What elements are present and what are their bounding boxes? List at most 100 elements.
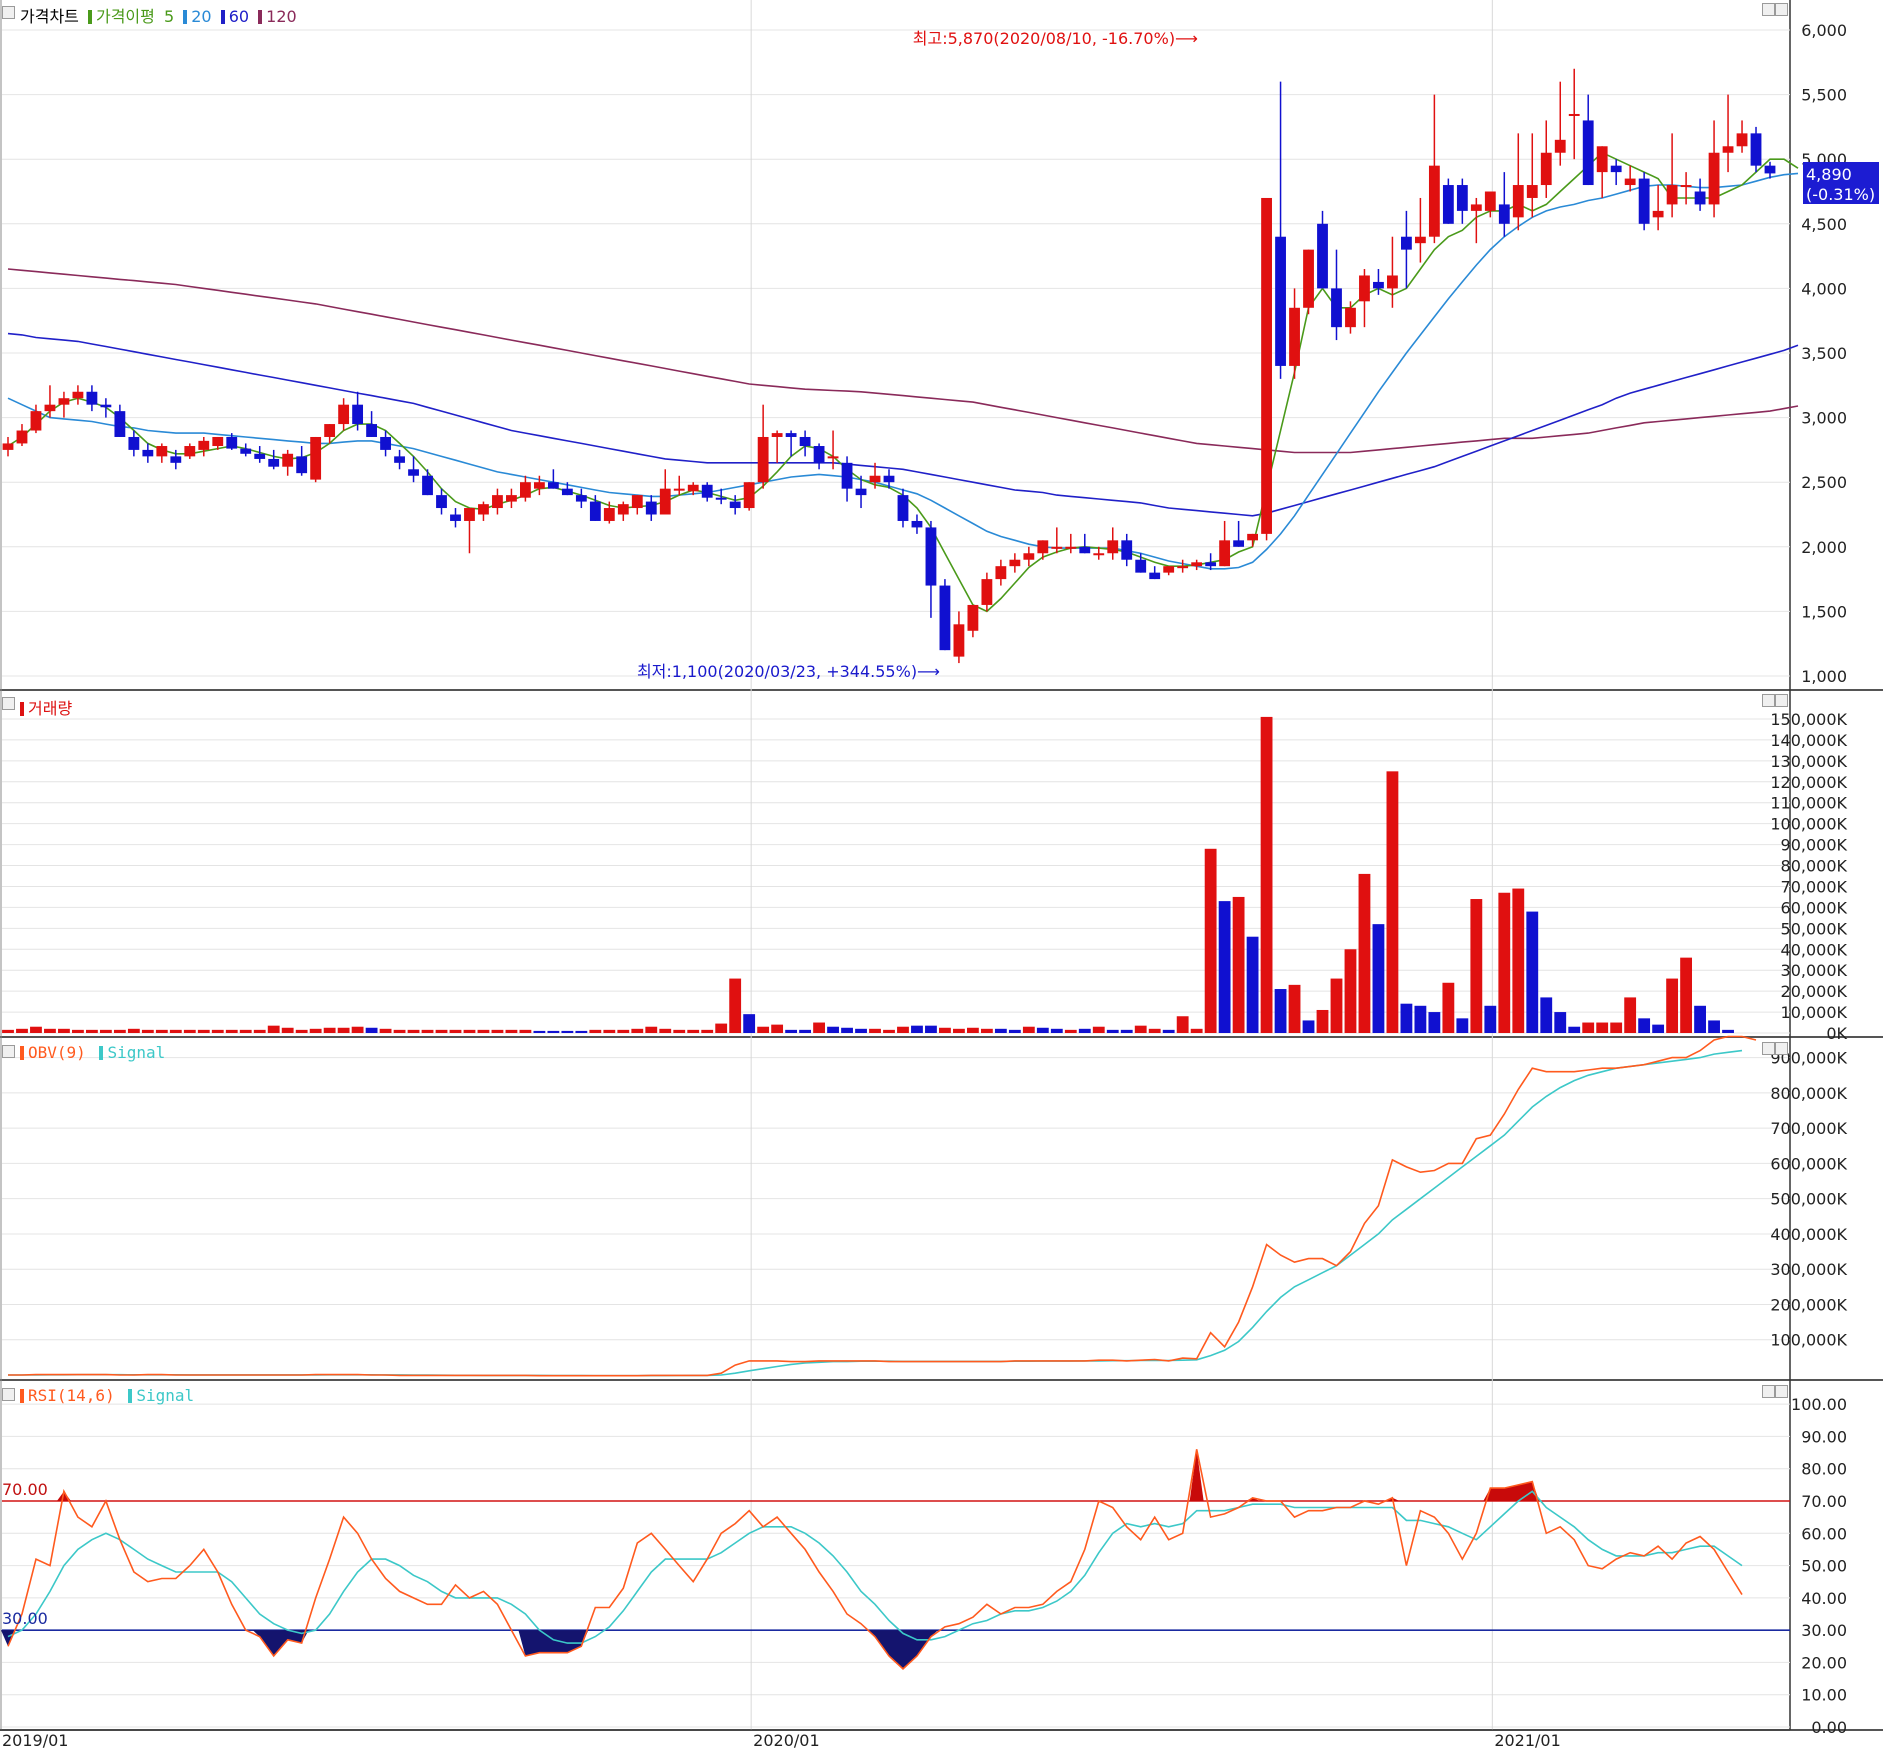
price-tick-label: 2,000 [1801, 538, 1847, 557]
obv-tick-label: 500,000K [1770, 1190, 1847, 1209]
volume-tick-label: 70,000K [1781, 877, 1848, 896]
volume-tick-label: 140,000K [1770, 731, 1847, 750]
volume-minimize-button[interactable] [1762, 694, 1775, 707]
price-panel-menu-button[interactable] [2, 6, 15, 19]
rsi-tick-label: 100.00 [1791, 1395, 1847, 1414]
volume-bar [980, 1028, 993, 1033]
candle-body [72, 391, 84, 399]
volume-tick-label: 30,000K [1781, 961, 1848, 980]
candle-body [114, 411, 126, 437]
candle-body [1666, 185, 1678, 205]
volume-bar [463, 1029, 476, 1033]
volume-bar [547, 1030, 560, 1033]
price-close-button[interactable] [1775, 3, 1788, 16]
candle-body [86, 391, 98, 405]
volume-tick-label: 90,000K [1781, 836, 1848, 855]
candle-body [547, 482, 559, 489]
volume-close-button[interactable] [1775, 694, 1788, 707]
last-price-label: 4,890 [1806, 165, 1852, 184]
candle-body [1470, 204, 1482, 211]
rsi-minimize-button[interactable] [1762, 1385, 1775, 1398]
volume-bar [323, 1027, 336, 1033]
volume-panel-menu-button[interactable] [2, 697, 15, 710]
candle-body [30, 411, 42, 431]
candle-body [1317, 223, 1328, 289]
candle-body [1023, 553, 1035, 560]
candle-body [128, 436, 140, 450]
volume-bar [575, 1030, 588, 1033]
volume-bar [477, 1029, 490, 1033]
volume-bar [603, 1029, 616, 1033]
candle-body [1093, 553, 1105, 556]
candle-body [1736, 133, 1748, 147]
volume-bar [925, 1025, 937, 1033]
rsi-tick-label: 80.00 [1801, 1460, 1847, 1479]
candle-body [492, 495, 503, 509]
volume-bar [169, 1029, 182, 1033]
volume-bar [505, 1029, 518, 1033]
volume-bar [72, 1029, 84, 1033]
rsi-tick-label: 20.00 [1801, 1653, 1847, 1672]
volume-bar [1484, 1005, 1497, 1033]
candle-body [142, 449, 154, 457]
volume-bar [1386, 771, 1399, 1033]
volume-bar [897, 1026, 909, 1033]
candle-body [422, 475, 433, 496]
price-tick-label: 5,500 [1801, 86, 1847, 105]
volume-bar [1470, 899, 1483, 1033]
volume-panel-title: 거래량 [28, 699, 73, 718]
volume-bar [351, 1026, 364, 1033]
candle-body [701, 484, 713, 498]
candle-body [1303, 249, 1314, 308]
candle-body [1554, 139, 1566, 153]
volume-bar [1400, 1003, 1413, 1033]
volume-tick-label: 10,000K [1781, 1003, 1848, 1022]
obv-marker-icon [20, 1046, 24, 1060]
volume-bar [99, 1029, 112, 1033]
volume-bar [729, 978, 742, 1033]
candle-body [366, 424, 377, 437]
candle-body [1442, 185, 1454, 224]
candle-body [659, 488, 671, 515]
candle-body [1233, 540, 1245, 547]
price-minimize-button[interactable] [1762, 3, 1775, 16]
candle-body [338, 404, 350, 425]
obv-panel-title: OBV(9) [28, 1043, 86, 1062]
volume-bar [1512, 888, 1525, 1033]
candle-body [1484, 191, 1496, 211]
candle-body [394, 456, 405, 463]
obv-minimize-button[interactable] [1762, 1042, 1775, 1055]
candle-body [925, 527, 937, 586]
volume-bar [58, 1028, 70, 1033]
candle-body [1764, 165, 1776, 174]
rsi-close-button[interactable] [1775, 1385, 1788, 1398]
low-annotation: 최저:1,100(2020/03/23, +344.55%)⟶ [637, 662, 940, 681]
volume-bar [211, 1029, 224, 1033]
candle-body [156, 446, 168, 457]
ma60-label: 60 [228, 7, 250, 26]
volume-bar [1722, 1029, 1734, 1033]
volume-bar [1694, 1005, 1706, 1033]
price-tick-label: 4,500 [1801, 215, 1847, 234]
volume-tick-label: 110,000K [1770, 794, 1847, 813]
volume-bar [771, 1024, 784, 1033]
volume-bar [1092, 1026, 1105, 1033]
high-annotation: 최고:5,870(2020/08/10, -16.70%)⟶ [913, 29, 1198, 48]
volume-bar [855, 1028, 867, 1033]
volume-bar [183, 1029, 196, 1033]
candle-body [1163, 566, 1175, 573]
candle-body [1107, 540, 1119, 554]
candle-body [1708, 152, 1720, 205]
rsi-panel-menu-button[interactable] [2, 1388, 15, 1401]
volume-tick-label: 40,000K [1781, 940, 1848, 959]
volume-bar [379, 1028, 392, 1033]
candle-body [855, 488, 867, 496]
candle-body [240, 448, 252, 454]
volume-bar [295, 1029, 308, 1033]
obv-close-button[interactable] [1775, 1042, 1788, 1055]
obv-panel-menu-button[interactable] [2, 1045, 15, 1058]
volume-bar [365, 1027, 378, 1033]
volume-bar [813, 1022, 825, 1033]
volume-bar [435, 1029, 448, 1033]
volume-bar [994, 1028, 1007, 1033]
